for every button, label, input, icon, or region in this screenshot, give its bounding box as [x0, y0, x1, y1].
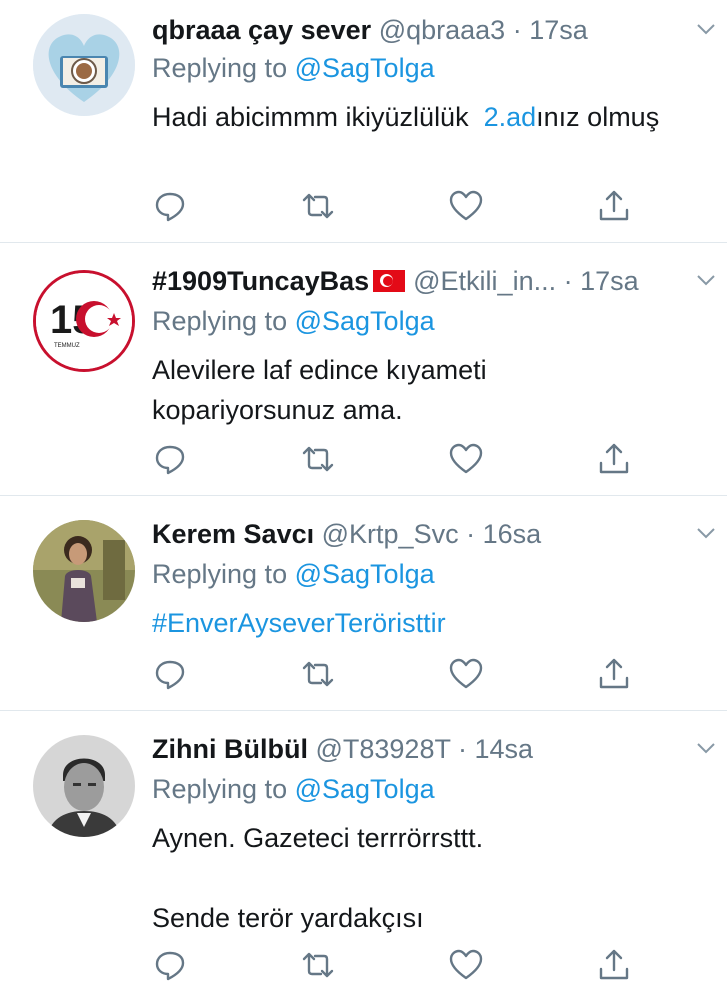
avatar[interactable]: [33, 735, 135, 837]
retweet-button[interactable]: [300, 656, 340, 696]
chevron-down-icon[interactable]: [695, 522, 717, 544]
mention-link[interactable]: @SagTolga: [295, 559, 435, 589]
mention-link[interactable]: @SagTolga: [295, 53, 435, 83]
tweet-text: Aynen. Gazeteci terrrörrsttt. Sende terö…: [152, 818, 672, 938]
tweet-text: #EnverAyseverTeröristtir: [152, 603, 672, 643]
text-link[interactable]: 2.ad: [484, 102, 537, 132]
tweet-text-line: Aynen. Gazeteci terrrörrsttt.: [152, 823, 484, 853]
avatar[interactable]: 15 TEMMUZ: [33, 270, 135, 372]
chevron-down-icon[interactable]: [695, 269, 717, 291]
reply-button[interactable]: [152, 947, 192, 987]
replying-to: Replying to @SagTolga: [152, 774, 435, 804]
like-icon: [449, 190, 483, 221]
author-handle[interactable]: @qbraaa3: [379, 15, 506, 45]
share-button[interactable]: [596, 656, 636, 696]
mention-link[interactable]: @SagTolga: [295, 306, 435, 336]
reply-button[interactable]: [152, 441, 192, 481]
chevron-down-icon[interactable]: [695, 18, 717, 40]
retweet-button[interactable]: [300, 441, 340, 481]
avatar[interactable]: [33, 14, 135, 116]
tweet-header: #1909TuncayBas @Etkili_in... · 17sa: [152, 266, 639, 296]
reply-button[interactable]: [152, 188, 192, 228]
reply-button[interactable]: [152, 656, 192, 696]
retweet-icon: [302, 193, 334, 219]
retweet-icon: [302, 661, 334, 687]
tweet-header: Zihni Bülbül @T83928T · 14sa: [152, 734, 534, 764]
timestamp[interactable]: 16sa: [483, 519, 542, 549]
like-button[interactable]: [448, 188, 488, 228]
like-icon: [449, 658, 483, 689]
share-icon: [599, 658, 629, 689]
tweet-header: Kerem Savcı @Krtp_Svc · 16sa: [152, 519, 542, 549]
share-icon: [599, 443, 629, 474]
timestamp[interactable]: 17sa: [529, 15, 588, 45]
author-handle[interactable]: @Etkili_in...: [413, 266, 556, 296]
tweet-actions: [152, 188, 632, 228]
like-button[interactable]: [448, 947, 488, 987]
tweet-text: Hadi abicimmm ikiyüzlülük 2.adınız olmuş: [152, 102, 660, 132]
like-icon: [449, 949, 483, 980]
tweet[interactable]: qbraaa çay sever @qbraaa3 · 17sa Replyin…: [0, 0, 727, 243]
tweet[interactable]: 15 TEMMUZ #1909TuncayBas @Etkili_in... · …: [0, 243, 727, 496]
share-button[interactable]: [596, 441, 636, 481]
tweet[interactable]: Kerem Savcı @Krtp_Svc · 16sa Replying to…: [0, 496, 727, 711]
mention-link[interactable]: @SagTolga: [295, 774, 435, 804]
hashtag-link[interactable]: #EnverAyseverTeröristtir: [152, 608, 446, 638]
share-icon: [599, 190, 629, 221]
tweet[interactable]: Zihni Bülbül @T83928T · 14sa Replying to…: [0, 711, 727, 997]
replying-to: Replying to @SagTolga: [152, 559, 435, 589]
tweet-text: Alevilere laf edince kıyameti kopariyors…: [152, 355, 487, 425]
retweet-button[interactable]: [300, 947, 340, 987]
like-button[interactable]: [448, 656, 488, 696]
share-button[interactable]: [596, 947, 636, 987]
share-icon: [599, 949, 629, 980]
author-name[interactable]: #1909TuncayBas: [152, 266, 369, 296]
tweet-header: qbraaa çay sever @qbraaa3 · 17sa: [152, 15, 588, 45]
like-button[interactable]: [448, 441, 488, 481]
author-handle[interactable]: @T83928T: [315, 734, 450, 764]
avatar-logo-caption: TEMMUZ: [54, 343, 80, 349]
tweet-actions: [152, 947, 632, 987]
reply-icon: [155, 660, 185, 690]
author-name[interactable]: qbraaa çay sever: [152, 15, 371, 45]
chevron-down-icon[interactable]: [695, 737, 717, 759]
share-button[interactable]: [596, 188, 636, 228]
avatar[interactable]: [33, 520, 135, 622]
author-handle[interactable]: @Krtp_Svc: [322, 519, 459, 549]
author-name[interactable]: Zihni Bülbül: [152, 734, 308, 764]
reply-icon: [155, 445, 185, 475]
retweet-button[interactable]: [300, 188, 340, 228]
tweet-actions: [152, 656, 632, 696]
timestamp[interactable]: 14sa: [474, 734, 533, 764]
reply-icon: [155, 951, 185, 981]
retweet-icon: [302, 952, 334, 978]
replying-to: Replying to @SagTolga: [152, 306, 435, 336]
turkish-flag-icon: [373, 270, 406, 292]
replying-to: Replying to @SagTolga: [152, 53, 435, 83]
like-icon: [449, 443, 483, 474]
reply-icon: [155, 192, 185, 222]
timestamp[interactable]: 17sa: [580, 266, 639, 296]
tweet-text-line: Sende terör yardakçısı: [152, 903, 424, 933]
retweet-icon: [302, 446, 334, 472]
author-name[interactable]: Kerem Savcı: [152, 519, 314, 549]
tweet-actions: [152, 441, 632, 481]
